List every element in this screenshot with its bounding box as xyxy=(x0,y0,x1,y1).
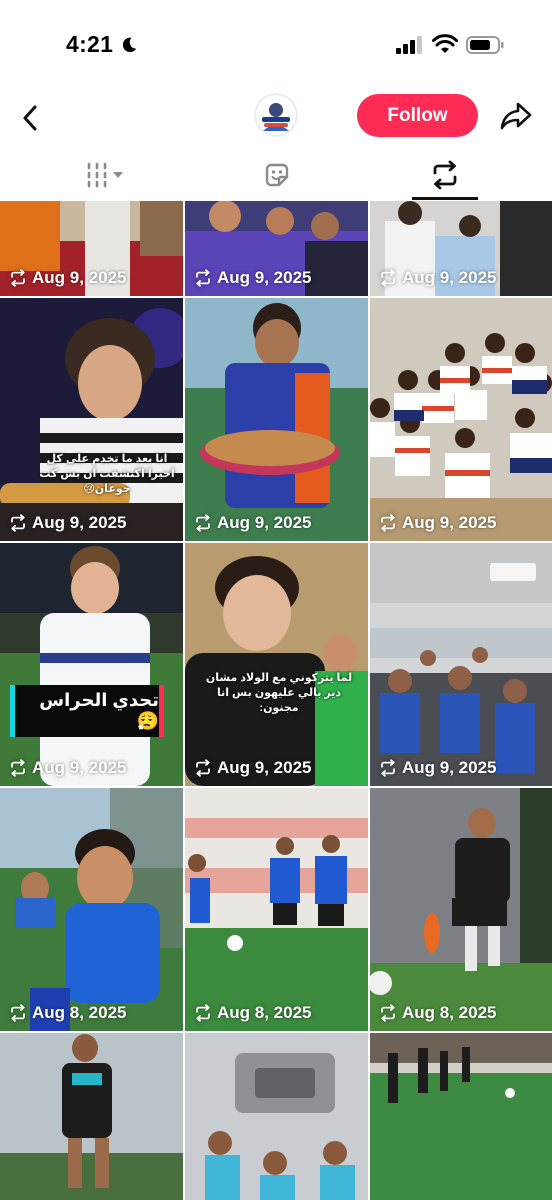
video-thumbnail xyxy=(185,1033,368,1200)
tile-date: Aug 9, 2025 xyxy=(193,758,312,778)
status-time: 4:21 xyxy=(66,31,114,57)
date-label: Aug 9, 2025 xyxy=(32,758,127,777)
tile-date: Aug 9, 2025 xyxy=(193,268,312,288)
video-tile[interactable] xyxy=(0,1033,183,1200)
video-tile[interactable]: Aug 9, 2025 xyxy=(0,201,183,296)
date-label: Aug 9, 2025 xyxy=(32,513,127,532)
video-thumbnail xyxy=(0,1033,183,1200)
moon-icon xyxy=(122,37,137,53)
date-label: Aug 9, 2025 xyxy=(217,513,312,532)
video-thumbnail xyxy=(0,298,183,541)
video-tile[interactable] xyxy=(185,1033,368,1200)
avatar[interactable] xyxy=(254,93,298,137)
video-tile[interactable] xyxy=(370,1033,552,1200)
video-tile[interactable]: Aug 9, 2025 xyxy=(185,201,368,296)
repost-icon xyxy=(196,759,210,777)
video-tile[interactable]: Aug 8, 2025 xyxy=(185,788,368,1031)
video-thumbnail xyxy=(370,1033,552,1200)
date-label: Aug 9, 2025 xyxy=(402,513,497,532)
date-label: Aug 9, 2025 xyxy=(217,268,312,287)
tile-date: Aug 9, 2025 xyxy=(8,758,127,778)
tile-date: Aug 9, 2025 xyxy=(193,513,312,533)
status-bar: 4:21 xyxy=(0,0,552,90)
tile-date: Aug 9, 2025 xyxy=(8,268,127,288)
video-thumbnail xyxy=(0,543,183,786)
video-tile[interactable]: تحدي الحراس 😮‍💨 Aug 9, 2025 xyxy=(0,543,183,786)
repost-icon xyxy=(381,759,395,777)
tile-date: Aug 9, 2025 xyxy=(8,513,127,533)
wifi-icon xyxy=(432,34,458,53)
challenge-badge: تحدي الحراس 😮‍💨 xyxy=(10,685,164,737)
profile-header: Follow xyxy=(0,90,552,146)
video-thumbnail xyxy=(370,298,552,541)
video-tile[interactable]: Aug 9, 2025 xyxy=(185,298,368,541)
cellular-signal-icon xyxy=(396,36,422,54)
tile-date: Aug 9, 2025 xyxy=(378,758,497,778)
video-thumbnail xyxy=(370,543,552,786)
video-thumbnail xyxy=(0,788,183,1031)
back-arrow-icon xyxy=(23,105,37,131)
repost-icon xyxy=(196,269,210,287)
date-label: Aug 8, 2025 xyxy=(402,1003,497,1022)
repost-icon xyxy=(11,514,25,532)
video-tile[interactable]: Aug 9, 2025 xyxy=(370,201,552,296)
video-thumbnail xyxy=(185,298,368,541)
repost-icon xyxy=(433,160,457,190)
date-label: Aug 8, 2025 xyxy=(217,1003,312,1022)
tile-date: Aug 9, 2025 xyxy=(378,513,497,533)
repost-icon xyxy=(11,1004,25,1022)
profile-tabs xyxy=(0,150,552,200)
active-tab-indicator xyxy=(412,197,478,200)
repost-icon xyxy=(381,514,395,532)
reposts-grid: Aug 9, 2025 Aug 9, 2025 Aug 9, 2025 انا … xyxy=(0,201,552,1200)
tile-date: Aug 9, 2025 xyxy=(378,268,497,288)
video-caption: انا بعد ما تخدم على كل اخيرا اكتشفت ان ب… xyxy=(39,453,175,495)
video-thumbnail xyxy=(370,788,552,1031)
date-label: Aug 9, 2025 xyxy=(32,268,127,287)
video-tile[interactable]: Aug 9, 2025 xyxy=(370,543,552,786)
video-tile[interactable]: Aug 9, 2025 xyxy=(370,298,552,541)
date-label: Aug 9, 2025 xyxy=(402,268,497,287)
tab-liked[interactable] xyxy=(232,150,322,200)
repost-icon xyxy=(381,269,395,287)
chevron-down-icon xyxy=(113,172,123,178)
back-button[interactable] xyxy=(12,98,48,138)
date-label: Aug 9, 2025 xyxy=(217,758,312,777)
date-label: Aug 8, 2025 xyxy=(32,1003,127,1022)
follow-button[interactable]: Follow xyxy=(357,94,478,137)
video-tile[interactable]: Aug 8, 2025 xyxy=(0,788,183,1031)
tile-date: Aug 8, 2025 xyxy=(378,1003,497,1023)
tab-videos[interactable] xyxy=(60,150,150,200)
share-button[interactable] xyxy=(496,96,536,136)
grid-columns-icon xyxy=(87,162,123,188)
repost-icon xyxy=(196,514,210,532)
repost-icon xyxy=(11,269,25,287)
share-icon xyxy=(500,102,532,130)
video-thumbnail xyxy=(185,788,368,1031)
video-thumbnail xyxy=(185,543,368,786)
repost-icon xyxy=(381,1004,395,1022)
video-caption: لما يتركوني مع الولاد مشان دير بالي عليه… xyxy=(205,672,353,714)
battery-icon xyxy=(466,36,504,54)
tile-date: Aug 8, 2025 xyxy=(8,1003,127,1023)
video-tile[interactable]: لما يتركوني مع الولاد مشان دير بالي عليه… xyxy=(185,543,368,786)
tab-reposts[interactable] xyxy=(402,150,488,200)
video-tile[interactable]: انا بعد ما تخدم على كل اخيرا اكتشفت ان ب… xyxy=(0,298,183,541)
repost-icon xyxy=(11,759,25,777)
sticker-icon xyxy=(265,163,289,187)
video-tile[interactable]: Aug 8, 2025 xyxy=(370,788,552,1031)
repost-icon xyxy=(196,1004,210,1022)
tile-date: Aug 8, 2025 xyxy=(193,1003,312,1023)
date-label: Aug 9, 2025 xyxy=(402,758,497,777)
avatar-image xyxy=(254,93,298,137)
